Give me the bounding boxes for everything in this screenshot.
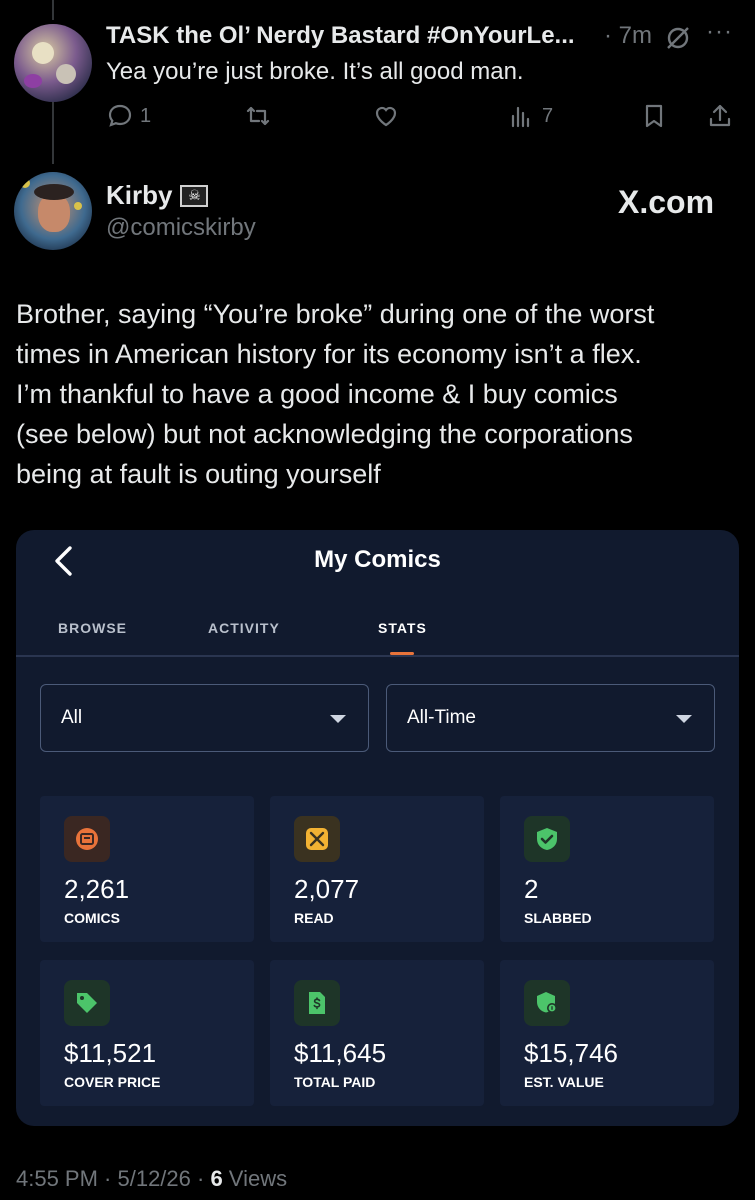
views-icon xyxy=(511,106,530,128)
category-filter-value: All xyxy=(61,707,83,728)
comment-icon xyxy=(108,104,132,127)
stat-label: EST. VALUE xyxy=(524,1074,604,1090)
source-label: X.com xyxy=(618,184,715,220)
thread-line xyxy=(52,102,54,164)
reply-text: Yea you’re just broke. It’s all good man… xyxy=(106,58,524,85)
category-filter-select[interactable]: All xyxy=(40,684,369,752)
attached-image[interactable]: My Comics BROWSE ACTIVITY STATS All All-… xyxy=(16,530,739,1126)
stat-value: 2,261 xyxy=(64,874,130,904)
avatar[interactable] xyxy=(14,24,92,102)
post-text-line: being at fault is outing yourself xyxy=(16,459,381,489)
like-button[interactable] xyxy=(372,102,400,130)
post-timestamp[interactable]: 4:55 PM · 5/12/26 · xyxy=(16,1166,210,1191)
pirate-flag-icon: ☠ xyxy=(180,184,209,207)
tab-stats[interactable]: STATS xyxy=(378,620,427,636)
stat-card-read[interactable]: 2,077 READ xyxy=(270,796,484,942)
reply-author-name[interactable]: TASK the Ol’ Nerdy Bastard #OnYourLe... xyxy=(106,22,575,50)
bookmark-icon xyxy=(645,104,663,128)
stat-card-est-value[interactable]: $15,746 EST. VALUE xyxy=(500,960,714,1106)
views-label: Views xyxy=(222,1166,288,1191)
read-book-icon xyxy=(294,816,340,862)
stat-value: 2 xyxy=(524,874,539,904)
post-text-line: (see below) but not acknowledging the co… xyxy=(16,419,633,449)
tab-browse[interactable]: BROWSE xyxy=(58,620,127,636)
tab-activity[interactable]: ACTIVITY xyxy=(208,620,280,636)
view-count: 7 xyxy=(542,104,554,127)
views-count: 6 xyxy=(210,1166,223,1191)
views-button[interactable]: 7 xyxy=(508,102,553,130)
stat-label: READ xyxy=(294,910,334,926)
time-filter-select[interactable]: All-Time xyxy=(386,684,715,752)
more-icon[interactable]: ··· xyxy=(706,18,733,46)
stat-label: COMICS xyxy=(64,910,120,926)
reply-button[interactable]: 1 xyxy=(106,102,151,130)
chevron-down-icon xyxy=(676,715,692,723)
reply-actions: 1 7 xyxy=(0,102,755,136)
stat-label: TOTAL PAID xyxy=(294,1074,376,1090)
stat-value: $15,746 xyxy=(524,1038,618,1068)
post-author-name: Kirby xyxy=(106,180,173,210)
repost-button[interactable] xyxy=(244,102,272,130)
dollar-doc-icon xyxy=(294,980,340,1026)
comic-stack-icon xyxy=(64,816,110,862)
share-icon xyxy=(709,104,731,127)
value-shield-icon xyxy=(524,980,570,1026)
stat-value: $11,521 xyxy=(64,1038,157,1068)
avatar[interactable] xyxy=(14,172,92,250)
tab-divider xyxy=(16,655,739,657)
post-text-line: I’m thankful to have a good income & I b… xyxy=(16,379,618,409)
app-title: My Comics xyxy=(314,546,441,573)
reply-count: 1 xyxy=(140,104,152,127)
heart-icon xyxy=(375,106,397,127)
stat-card-comics[interactable]: 2,261 COMICS xyxy=(40,796,254,942)
post-meta: 4:55 PM · 5/12/26 · 6 Views xyxy=(16,1166,287,1192)
grok-icon[interactable] xyxy=(664,24,692,52)
price-tag-icon xyxy=(64,980,110,1026)
stat-card-slabbed[interactable]: 2 SLABBED xyxy=(500,796,714,942)
thread-line xyxy=(52,0,54,20)
stat-value: 2,077 xyxy=(294,874,360,904)
post-author[interactable]: Kirby ☠ xyxy=(106,180,209,211)
stat-label: COVER PRICE xyxy=(64,1074,161,1090)
post-text-line: Brother, saying “You’re broke” during on… xyxy=(16,299,655,329)
stat-label: SLABBED xyxy=(524,910,592,926)
stat-value: $11,645 xyxy=(294,1038,387,1068)
bookmark-button[interactable] xyxy=(640,102,668,130)
reply-timestamp[interactable]: · 7m xyxy=(604,22,652,50)
stat-card-total-paid[interactable]: $11,645 TOTAL PAID xyxy=(270,960,484,1106)
post-text: Brother, saying “You’re broke” during on… xyxy=(16,294,741,494)
post-text-line: times in American history for its econom… xyxy=(16,339,642,369)
repost-icon xyxy=(246,106,270,126)
chevron-down-icon xyxy=(330,715,346,723)
time-filter-value: All-Time xyxy=(407,707,476,728)
post-author-handle[interactable]: @comicskirby xyxy=(106,214,256,242)
shield-check-icon xyxy=(524,816,570,862)
share-button[interactable] xyxy=(706,102,734,130)
stat-card-cover-price[interactable]: $11,521 COVER PRICE xyxy=(40,960,254,1106)
